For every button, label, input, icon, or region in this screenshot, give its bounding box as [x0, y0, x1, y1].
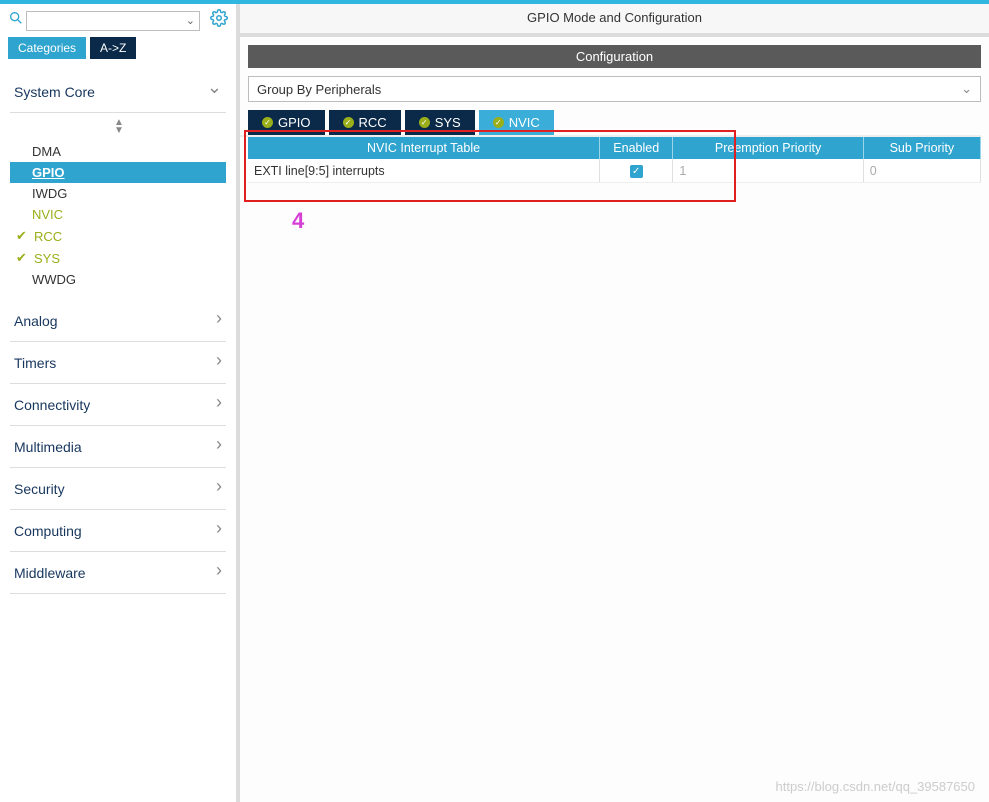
category-label: Computing	[14, 523, 82, 539]
category-label: System Core	[14, 84, 95, 100]
annotation-number: 4	[292, 208, 304, 234]
chevron-down-icon: ⌄	[961, 81, 972, 97]
check-icon: ✔	[16, 250, 30, 266]
main-panel: GPIO Mode and Configuration Configuratio…	[240, 4, 989, 802]
periph-tab-sys[interactable]: ✓ SYS	[405, 110, 475, 135]
gear-icon[interactable]	[210, 9, 228, 32]
status-dot-icon: ✓	[262, 117, 273, 128]
col-enabled[interactable]: Enabled	[600, 137, 673, 159]
tree-item-label: RCC	[34, 229, 62, 244]
col-nvic[interactable]: NVIC Interrupt Table	[248, 137, 600, 159]
watermark: https://blog.csdn.net/qq_39587650	[776, 779, 976, 794]
periph-tab-rcc[interactable]: ✓ RCC	[329, 110, 401, 135]
category-label: Timers	[14, 355, 56, 371]
checkbox-checked-icon[interactable]: ✓	[630, 165, 643, 178]
sidebar: ⌄ Categories A->Z System Core ▲▼ DMA GPI…	[0, 4, 240, 802]
chevron-right-icon	[216, 478, 222, 499]
category-computing[interactable]: Computing	[10, 510, 226, 552]
status-dot-icon: ✓	[493, 117, 504, 128]
chevron-right-icon	[216, 436, 222, 457]
chevron-right-icon	[216, 394, 222, 415]
tree-item-label: IWDG	[32, 186, 67, 201]
tree-item-label: DMA	[32, 144, 61, 159]
group-by-select[interactable]: Group By Peripherals ⌄	[248, 76, 981, 102]
category-middleware[interactable]: Middleware	[10, 552, 226, 594]
periph-tab-label: NVIC	[509, 115, 540, 130]
tree-item-rcc[interactable]: ✔ RCC	[10, 225, 226, 247]
page-title: GPIO Mode and Configuration	[240, 4, 989, 37]
tab-categories[interactable]: Categories	[8, 37, 86, 59]
chevron-right-icon	[216, 310, 222, 331]
cell-preempt[interactable]: 1	[673, 159, 863, 183]
category-timers[interactable]: Timers	[10, 342, 226, 384]
periph-tab-label: GPIO	[278, 115, 311, 130]
tree-item-label: SYS	[34, 251, 60, 266]
search-icon	[8, 10, 24, 31]
configuration-header: Configuration	[248, 45, 981, 68]
category-multimedia[interactable]: Multimedia	[10, 426, 226, 468]
category-label: Security	[14, 481, 65, 497]
sort-icon[interactable]: ▲▼	[10, 117, 226, 141]
category-label: Analog	[14, 313, 58, 329]
status-dot-icon: ✓	[343, 117, 354, 128]
chevron-right-icon	[216, 562, 222, 583]
chevron-right-icon	[216, 352, 222, 373]
category-analog[interactable]: Analog	[10, 300, 226, 342]
chevron-down-icon: ⌄	[186, 14, 195, 27]
status-dot-icon: ✓	[419, 117, 430, 128]
chevron-right-icon	[216, 520, 222, 541]
tree-item-nvic[interactable]: NVIC	[10, 204, 226, 225]
check-icon: ✔	[16, 228, 30, 244]
chevron-down-icon	[207, 81, 222, 102]
tab-az[interactable]: A->Z	[90, 37, 136, 59]
tree-item-wwdg[interactable]: WWDG	[10, 269, 226, 290]
periph-tab-label: RCC	[359, 115, 387, 130]
cell-subprio[interactable]: 0	[863, 159, 980, 183]
tree-item-iwdg[interactable]: IWDG	[10, 183, 226, 204]
periph-tab-label: SYS	[435, 115, 461, 130]
col-preempt[interactable]: Preemption Priority	[673, 137, 863, 159]
tree-item-dma[interactable]: DMA	[10, 141, 226, 162]
search-select[interactable]: ⌄	[26, 11, 200, 31]
group-by-value: Group By Peripherals	[257, 82, 381, 97]
cell-name: EXTI line[9:5] interrupts	[248, 159, 600, 183]
tree-item-sys[interactable]: ✔ SYS	[10, 247, 226, 269]
tree-item-label: WWDG	[32, 272, 76, 287]
col-subprio[interactable]: Sub Priority	[863, 137, 980, 159]
tree-item-label: GPIO	[32, 165, 65, 180]
periph-tab-nvic[interactable]: ✓ NVIC	[479, 110, 554, 135]
category-connectivity[interactable]: Connectivity	[10, 384, 226, 426]
periph-tab-gpio[interactable]: ✓ GPIO	[248, 110, 325, 135]
category-security[interactable]: Security	[10, 468, 226, 510]
tree-item-gpio[interactable]: GPIO	[10, 162, 226, 183]
cell-enabled[interactable]: ✓	[600, 159, 673, 183]
category-label: Middleware	[14, 565, 86, 581]
tree-item-label: NVIC	[32, 207, 63, 222]
table-row[interactable]: EXTI line[9:5] interrupts ✓ 1 0	[248, 159, 981, 183]
category-label: Connectivity	[14, 397, 90, 413]
category-label: Multimedia	[14, 439, 82, 455]
interrupt-table: NVIC Interrupt Table Enabled Preemption …	[248, 137, 981, 183]
category-system-core[interactable]: System Core	[10, 71, 226, 113]
